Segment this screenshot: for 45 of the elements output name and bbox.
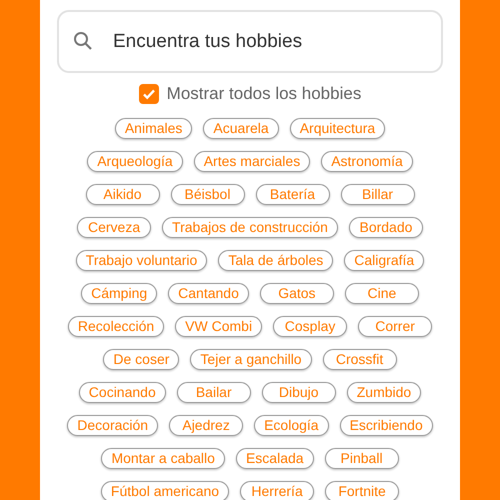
hobby-chip[interactable]: Fútbol americano: [100, 480, 230, 500]
hobby-chip[interactable]: Cosplay: [273, 316, 348, 336]
hobby-chip[interactable]: Astronomía: [321, 150, 413, 172]
search-field[interactable]: Encuentra tus hobbies: [57, 10, 443, 73]
hobby-chip[interactable]: Billar: [340, 184, 414, 204]
checkbox-label: Mostrar todos los hobbies: [166, 83, 362, 105]
hobby-chip[interactable]: Béisbol: [170, 184, 244, 204]
hobby-chip[interactable]: Artes marciales: [194, 150, 310, 172]
hobby-chip[interactable]: Pinball: [324, 448, 399, 468]
hobby-chip[interactable]: Batería: [256, 184, 330, 204]
hobby-chip[interactable]: Escalada: [236, 448, 314, 468]
search-icon: [73, 31, 93, 51]
hobby-chip[interactable]: Cine: [344, 282, 419, 304]
hobby-chip[interactable]: Herrería: [240, 480, 314, 500]
hobby-chip[interactable]: Arqueología: [87, 150, 183, 172]
hobby-chip[interactable]: Zumbido: [346, 382, 422, 402]
hobby-chip[interactable]: Bailar: [176, 382, 251, 402]
hobby-chip[interactable]: Acuarela: [203, 118, 279, 138]
hobby-chip[interactable]: Cocinando: [78, 382, 166, 402]
hobby-chip[interactable]: Tala de árboles: [218, 250, 334, 270]
hobby-chip[interactable]: Escribiendo: [340, 414, 433, 436]
hobby-chip[interactable]: Dibujo: [262, 382, 336, 402]
hobby-chip[interactable]: Cámping: [81, 282, 158, 304]
hobby-chip[interactable]: Caligrafía: [344, 250, 424, 270]
checkbox[interactable]: [138, 84, 159, 104]
hobby-chip[interactable]: VW Combi: [175, 316, 262, 336]
hobby-chip[interactable]: Bordado: [348, 216, 423, 238]
hobby-chip[interactable]: Aikido: [86, 184, 160, 204]
hobby-chip[interactable]: De coser: [103, 348, 180, 370]
hobby-chip[interactable]: Cerveza: [77, 216, 152, 238]
hobby-chip[interactable]: Decoración: [67, 414, 158, 436]
hobby-chip[interactable]: Fortnite: [325, 480, 400, 500]
hobby-chip[interactable]: Gatos: [260, 282, 334, 304]
hobby-chip[interactable]: Arquitectura: [290, 118, 386, 138]
hobby-chip[interactable]: Recolección: [68, 316, 164, 336]
hobby-chip[interactable]: Correr: [358, 316, 432, 336]
hobby-chip[interactable]: Tejer a ganchillo: [190, 348, 312, 370]
hobby-chip[interactable]: Crossfit: [322, 348, 397, 370]
hobby-chip[interactable]: Cantando: [168, 282, 249, 304]
hobby-chip[interactable]: Animales: [114, 118, 192, 138]
hobby-chip[interactable]: Ecología: [254, 414, 329, 436]
hobby-chip[interactable]: Montar a caballo: [101, 448, 225, 468]
hobby-chip[interactable]: Ajedrez: [169, 414, 244, 436]
hobby-chip[interactable]: Trabajo voluntario: [76, 250, 208, 270]
hobby-chip[interactable]: Trabajos de construcción: [162, 216, 338, 238]
